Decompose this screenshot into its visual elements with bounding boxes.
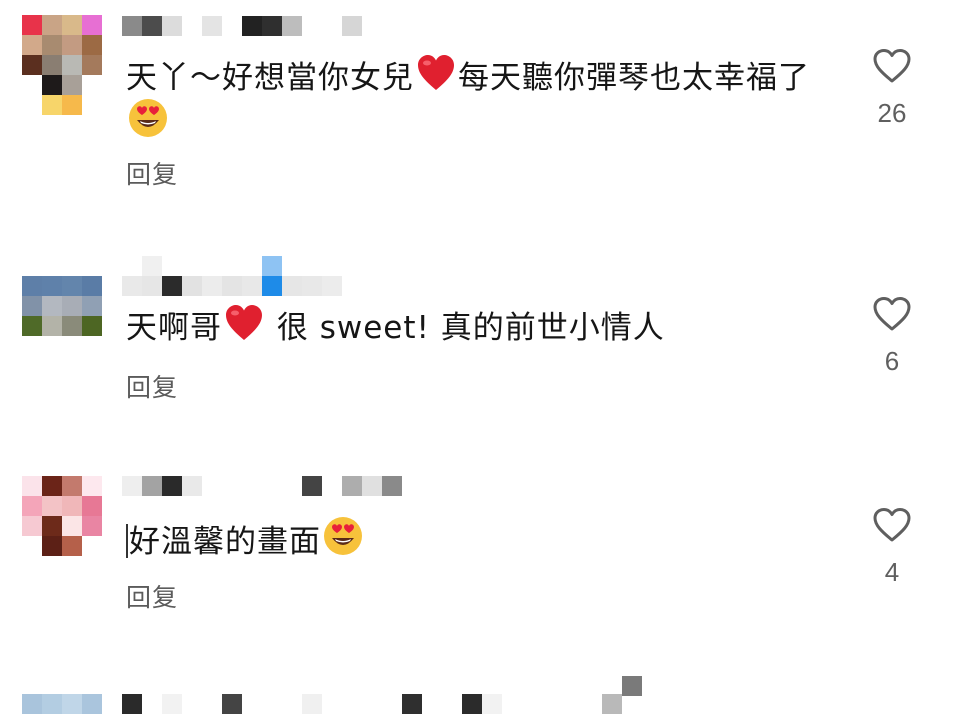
username-pixelated[interactable] bbox=[122, 694, 622, 714]
like-count: 4 bbox=[884, 557, 900, 587]
comment-text: 好溫馨的畫面 bbox=[126, 516, 846, 562]
comment-text-part: 好溫馨的畫面 bbox=[129, 524, 321, 560]
heart-outline-icon[interactable] bbox=[872, 48, 912, 84]
reply-button[interactable]: 回复 bbox=[126, 368, 178, 404]
reply-button[interactable]: 回复 bbox=[126, 155, 178, 191]
comment-text-part: 天啊哥 bbox=[126, 310, 222, 346]
avatar[interactable] bbox=[22, 15, 102, 115]
heart-outline-icon[interactable] bbox=[872, 507, 912, 543]
heart-eyes-emoji-icon bbox=[128, 98, 168, 138]
heart-outline-icon[interactable] bbox=[872, 296, 912, 332]
comment-text: 天丫～好想當你女兒 每天聽你彈琴也太幸福了 bbox=[126, 54, 846, 144]
username-pixelated[interactable] bbox=[122, 256, 282, 276]
comment-text-part: 很 sweet! 真的前世小情人 bbox=[266, 310, 665, 346]
comment-text: 天啊哥 很 sweet! 真的前世小情人 bbox=[126, 304, 846, 348]
reply-button[interactable]: 回复 bbox=[126, 578, 178, 614]
username-pixelated[interactable] bbox=[622, 676, 642, 696]
like-count: 6 bbox=[884, 346, 900, 376]
red-heart-emoji-icon bbox=[416, 54, 456, 92]
username-pixelated[interactable] bbox=[122, 276, 342, 296]
avatar[interactable] bbox=[22, 276, 102, 336]
comment-text-part: 天丫～好想當你女兒 bbox=[126, 60, 414, 96]
avatar[interactable] bbox=[22, 694, 102, 714]
heart-eyes-emoji-icon bbox=[323, 516, 363, 556]
like-button[interactable]: 6 bbox=[862, 296, 922, 377]
like-count: 26 bbox=[877, 98, 907, 128]
username-pixelated[interactable] bbox=[122, 476, 402, 496]
comment-text-part: 每天聽你彈琴也太幸福了 bbox=[458, 60, 810, 96]
username-pixelated[interactable] bbox=[122, 16, 362, 36]
avatar[interactable] bbox=[22, 476, 102, 556]
red-heart-emoji-icon bbox=[224, 304, 264, 342]
text-cursor bbox=[126, 524, 128, 558]
like-button[interactable]: 26 bbox=[862, 48, 922, 129]
like-button[interactable]: 4 bbox=[862, 507, 922, 588]
